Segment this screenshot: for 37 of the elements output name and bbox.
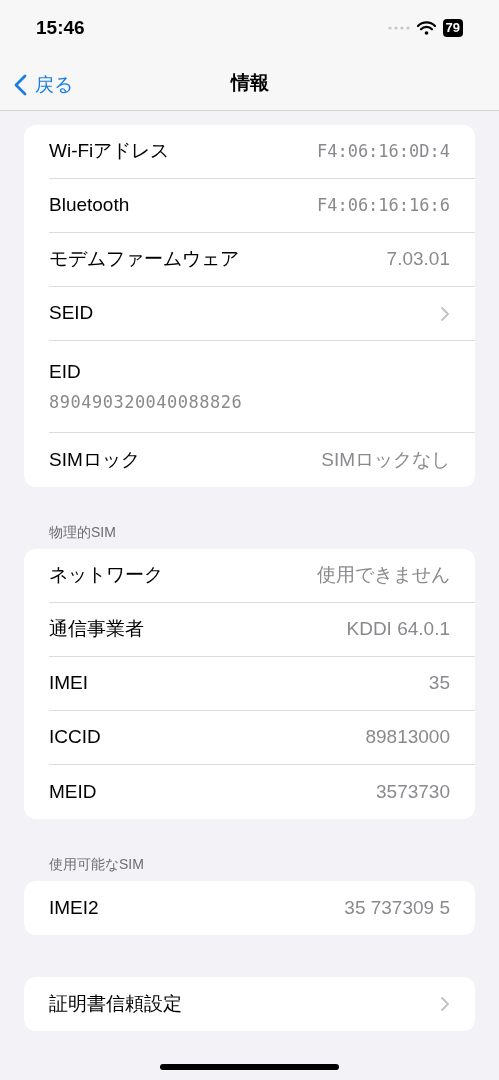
row-value: F4:06:16:0D:4 xyxy=(316,139,450,163)
row-value: F4:06:16:16:6 xyxy=(316,193,450,217)
status-time: 15:46 xyxy=(36,15,85,40)
back-button[interactable]: 戻る xyxy=(14,71,73,100)
chevron-icon xyxy=(440,996,450,1012)
row-value: SIMロックなし xyxy=(321,447,450,472)
row-label: SEID xyxy=(49,301,94,326)
row-label: ネットワーク xyxy=(49,563,163,588)
row-label: Wi-Fiアドレス xyxy=(49,139,170,164)
row-value: 89813000 xyxy=(365,725,450,750)
settings-row[interactable]: SEID xyxy=(49,287,475,341)
row-value: KDDI 64.0.1 xyxy=(346,617,450,642)
battery-level: 79 xyxy=(442,19,463,37)
row-label: IMEI xyxy=(49,671,89,696)
chevron-icon xyxy=(440,305,450,322)
wifi-icon xyxy=(416,21,436,35)
row-label: IMEI2 xyxy=(49,895,99,920)
row-label: 通信事業者 xyxy=(49,617,144,642)
row-label: ICCID xyxy=(49,725,101,750)
section-header: 使用可能なSIM xyxy=(48,855,145,873)
settings-row[interactable]: 証明書信頼設定 xyxy=(49,977,475,1031)
row-value: 890490320040088826 xyxy=(49,391,244,414)
row-value: 使用できません xyxy=(317,563,450,588)
row-value: 7.03.01 xyxy=(386,247,450,272)
page-title: 情報 xyxy=(230,70,269,95)
row-label: 証明書信頼設定 xyxy=(49,991,182,1016)
row-value: 35 737309 5 xyxy=(344,895,450,920)
signal-icon xyxy=(387,26,410,30)
row-label: Bluetooth xyxy=(49,193,130,218)
row-value: 35 xyxy=(428,671,450,696)
row-value: 3573730 xyxy=(376,779,450,804)
row-label: MEID xyxy=(49,779,97,804)
row-label: EID xyxy=(49,359,82,384)
row-label: モデムファームウェア xyxy=(49,247,239,272)
back-chevron-icon xyxy=(14,74,27,97)
section-header: 物理的SIM xyxy=(48,523,117,541)
row-label: SIMロック xyxy=(49,447,140,472)
